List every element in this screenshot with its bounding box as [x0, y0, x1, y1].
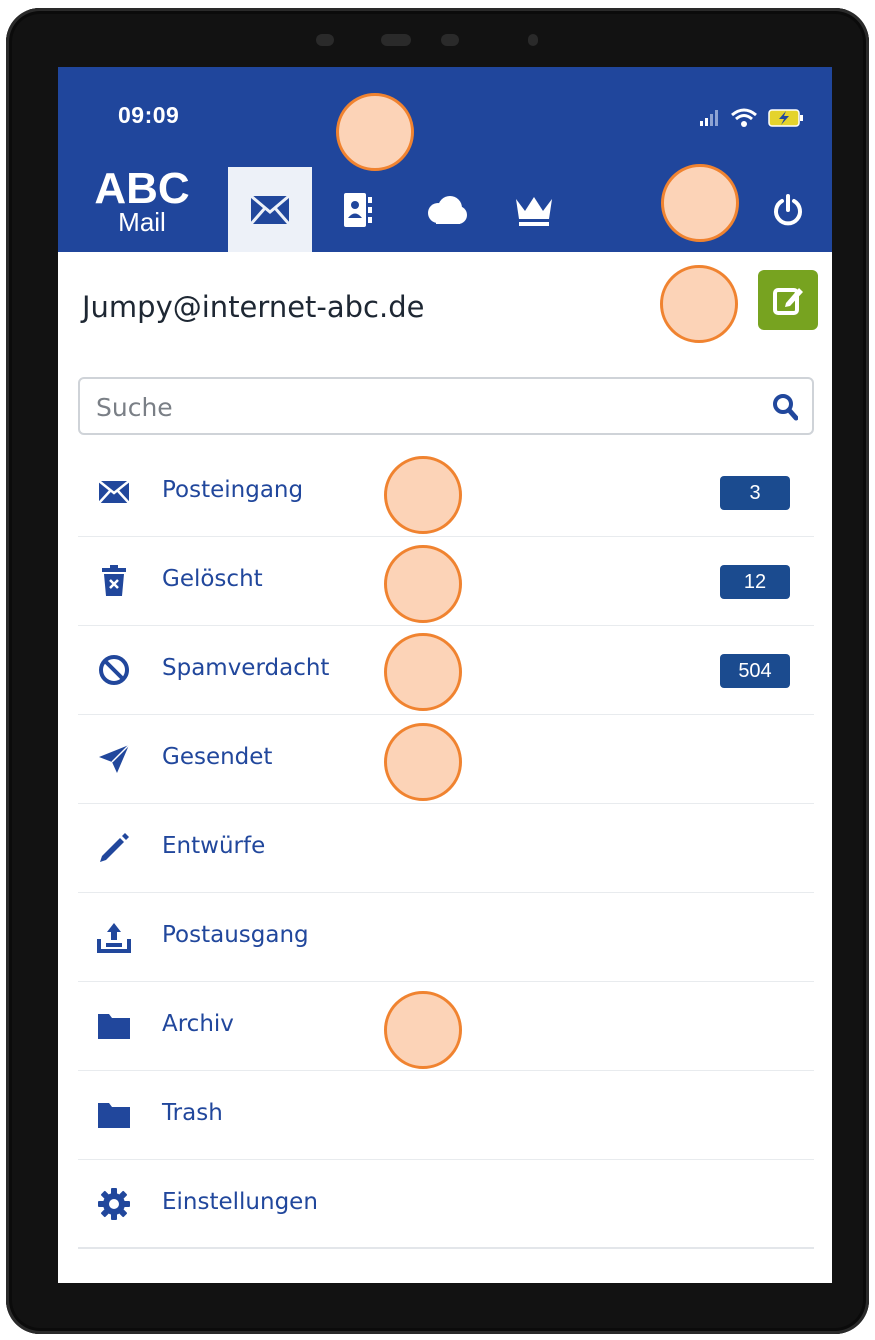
- folder-item-postausgang[interactable]: Postausgang: [78, 893, 814, 982]
- folder-label: Posteingang: [162, 477, 304, 503]
- compose-button[interactable]: [758, 270, 818, 330]
- annotation-marker: [384, 991, 462, 1069]
- send-icon: [96, 741, 132, 777]
- count-badge: 12: [720, 565, 790, 599]
- annotation-marker: [336, 93, 414, 171]
- search-box: [78, 377, 814, 435]
- battery-icon: [768, 109, 803, 127]
- folder-label: Einstellungen: [162, 1189, 318, 1215]
- account-email: Jumpy@internet-abc.de: [82, 290, 425, 324]
- tab-contacts[interactable]: [316, 167, 400, 252]
- annotation-marker: [661, 164, 739, 242]
- folder-label: Archiv: [162, 1011, 234, 1037]
- outbox-icon: [96, 919, 132, 955]
- annotation-marker: [660, 265, 738, 343]
- annotation-marker: [384, 633, 462, 711]
- camera-icon: [441, 34, 459, 46]
- sensor-icon: [381, 34, 411, 46]
- crown-icon: [516, 196, 552, 226]
- status-icons: [700, 107, 804, 129]
- folder-item-entwuerfe[interactable]: Entwürfe: [78, 804, 814, 893]
- envelope-icon: [96, 474, 132, 510]
- search-icon[interactable]: [772, 393, 798, 421]
- tab-premium[interactable]: [492, 167, 576, 252]
- folder-label: Gesendet: [162, 744, 273, 770]
- folder-icon: [96, 1008, 132, 1044]
- app-screen: 09:09 ABC Mail Jumpy@internet-abc.de Suc…: [58, 67, 832, 1283]
- gear-icon: [96, 1186, 132, 1222]
- tab-cloud[interactable]: [404, 167, 488, 252]
- folder-label: Gelöscht: [162, 566, 263, 592]
- folder-icon: [96, 1097, 132, 1133]
- annotation-marker: [384, 545, 462, 623]
- signal-icon: [700, 110, 718, 126]
- search-input[interactable]: [94, 389, 738, 425]
- envelope-icon: [250, 194, 290, 225]
- folder-label: Entwürfe: [162, 833, 266, 859]
- compose-icon: [773, 288, 803, 315]
- unread-count-badge: 3: [720, 476, 790, 510]
- contacts-icon: [344, 192, 372, 227]
- app-logo: ABC Mail: [82, 164, 202, 236]
- annotation-marker: [384, 723, 462, 801]
- light-sensor-icon: [528, 34, 538, 46]
- count-badge: 504: [720, 654, 790, 688]
- settings-item[interactable]: Einstellungen: [78, 1160, 814, 1249]
- power-icon: [774, 193, 802, 225]
- annotation-marker: [384, 456, 462, 534]
- tab-mail[interactable]: [228, 167, 312, 252]
- logout-button[interactable]: [746, 167, 830, 252]
- status-time: 09:09: [118, 102, 180, 128]
- camera-icon: [316, 34, 334, 46]
- folder-label: Postausgang: [162, 922, 309, 948]
- folder-item-trash[interactable]: Trash: [78, 1071, 814, 1160]
- cloud-icon: [428, 195, 467, 224]
- trash-icon: [96, 563, 132, 599]
- folder-label: Spamverdacht: [162, 655, 330, 681]
- logo-title: ABC: [94, 164, 190, 213]
- ban-icon: [96, 652, 132, 688]
- wifi-icon: [731, 108, 757, 127]
- pencil-icon: [96, 830, 132, 866]
- folder-label: Trash: [162, 1100, 223, 1126]
